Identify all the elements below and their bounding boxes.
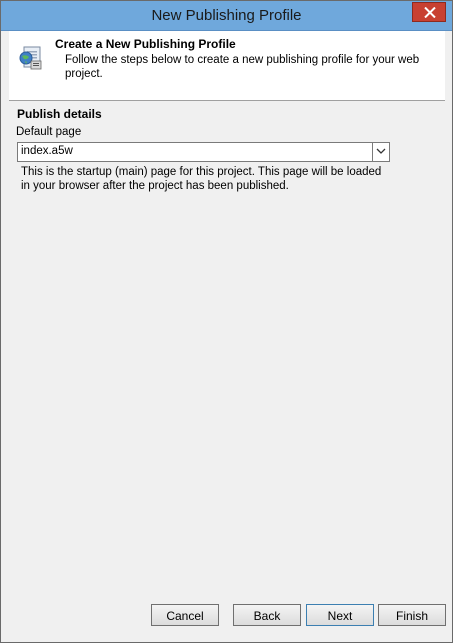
- wizard-header: Create a New Publishing Profile Follow t…: [9, 31, 445, 101]
- chevron-down-icon: [376, 148, 386, 154]
- next-button[interactable]: Next: [306, 604, 374, 626]
- header-description: Follow the steps below to create a new p…: [65, 54, 420, 80]
- close-button[interactable]: [412, 2, 446, 22]
- default-page-dropdown[interactable]: index.a5w: [17, 142, 390, 162]
- web-publish-icon: [19, 46, 42, 70]
- wizard-content: Publish details Default page index.a5w T…: [9, 101, 445, 591]
- default-page-help-text: This is the startup (main) page for this…: [21, 166, 382, 192]
- dropdown-button[interactable]: [372, 143, 389, 161]
- default-page-label: Default page: [16, 126, 82, 138]
- header-title: Create a New Publishing Profile: [55, 37, 236, 51]
- cancel-button[interactable]: Cancel: [151, 604, 219, 626]
- back-button[interactable]: Back: [233, 604, 301, 626]
- finish-button[interactable]: Finish: [378, 604, 446, 626]
- window-title: New Publishing Profile: [151, 7, 302, 24]
- close-icon: [424, 7, 436, 18]
- dialog-window: New Publishing Profile Create a New Publ…: [0, 0, 453, 643]
- default-page-value: index.a5w: [21, 145, 73, 157]
- section-title: Publish details: [17, 107, 102, 121]
- title-bar[interactable]: New Publishing Profile: [1, 1, 452, 31]
